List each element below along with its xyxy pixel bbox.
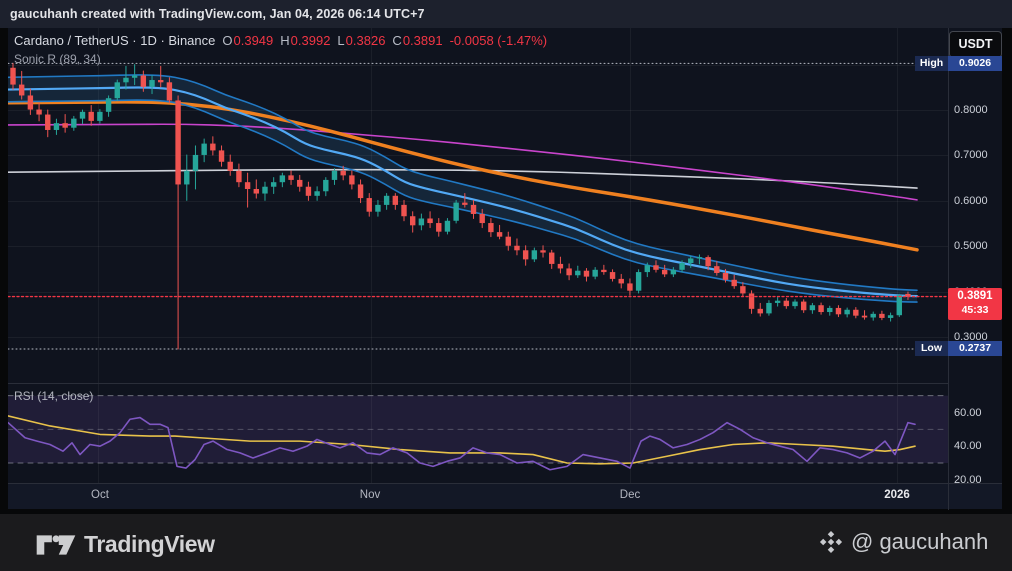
low-value-badge: 0.2737	[948, 341, 1002, 357]
price-scale-label: 0.6000	[954, 194, 988, 207]
time-label-dec: Dec	[619, 489, 641, 501]
ohlc-pair: H 0.3992	[280, 33, 331, 48]
ohlc-pair: O 0.3949	[222, 33, 274, 48]
low-label-chip: Low	[915, 341, 948, 357]
tradingview-wordmark: TradingView	[84, 531, 215, 557]
price-scale-label: 0.8000	[954, 104, 988, 116]
indicator-legend-rsi: RSI (14, close)	[14, 389, 94, 403]
ohlc-pair: C 0.3891	[392, 33, 443, 48]
ohlc-values: O 0.3949 H 0.3992 L 0.3826 C 0.3891	[222, 33, 442, 48]
author-handle: @ gaucuhanh	[818, 529, 988, 555]
high-label-chip: High	[915, 55, 948, 71]
time-label-nov: Nov	[359, 489, 381, 501]
symbol-legend: Cardano / TetherUS · 1D · Binance O 0.394…	[14, 33, 547, 48]
author-handle-text: @ gaucuhanh	[851, 529, 989, 554]
tradingview-brand[interactable]: TradingView	[36, 531, 215, 558]
indicator-legend-sonicr: Sonic R (89, 34)	[14, 52, 101, 66]
attribution-text: gaucuhanh created with TradingView.com, …	[10, 7, 425, 21]
ohlc-pair: L 0.3826	[337, 33, 386, 48]
change-value: -0.0058 (-1.47%)	[449, 33, 548, 48]
candle-countdown: 45:33	[961, 304, 989, 317]
rsi-scale-label: 60.00	[954, 406, 982, 419]
last-price-badge: 0.3891 45:33	[948, 288, 1002, 321]
rsi-scale-label: 40.00	[954, 440, 982, 453]
last-price-value: 0.3891	[957, 290, 993, 303]
axis-corner-divider	[948, 484, 949, 510]
symbol-title: Cardano / TetherUS · 1D · Binance	[14, 33, 216, 48]
pane-separator[interactable]	[8, 383, 1002, 384]
currency-toggle-button[interactable]: USDT	[949, 31, 1002, 58]
tradingview-logo-icon	[36, 534, 76, 555]
attribution-bar: gaucuhanh created with TradingView.com, …	[0, 0, 1012, 28]
time-label-oct: Oct	[91, 489, 109, 501]
time-axis[interactable]	[8, 483, 1002, 510]
price-chart-canvas[interactable]	[8, 28, 948, 383]
price-scale-label: 0.7000	[954, 149, 988, 162]
binance-icon	[819, 530, 843, 554]
high-value-badge: 0.9026	[948, 55, 1002, 71]
time-label-2026: 2026	[884, 489, 910, 501]
rsi-chart-canvas[interactable]	[8, 384, 948, 483]
price-scale-label: 0.5000	[954, 240, 988, 253]
